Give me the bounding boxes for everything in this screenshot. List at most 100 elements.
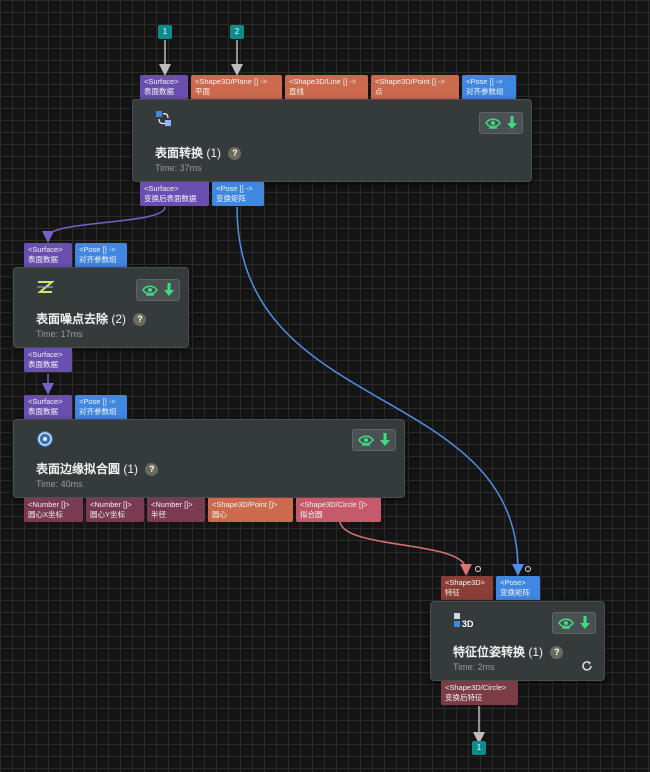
- eye-icon[interactable]: [558, 617, 574, 629]
- eye-icon[interactable]: [358, 434, 374, 446]
- node-title-text: 表面边缘拟合圆: [36, 462, 121, 476]
- wire-surface-to-noise: [42, 206, 166, 243]
- port-in-pose[interactable]: <Pose [] -> 对齐参数组: [75, 243, 127, 267]
- port-out-center-point[interactable]: <Shape3D/Point []> 圆心: [208, 498, 293, 522]
- port-type: <Surface>: [144, 77, 179, 86]
- port-label: 表面数据: [28, 407, 58, 416]
- port-label: 特征: [445, 588, 460, 597]
- node-title-text: 特征位姿转换: [453, 645, 526, 659]
- port-dot: [475, 566, 481, 572]
- node-time: Time: 40ms: [36, 479, 83, 489]
- node-surface-transform[interactable]: 表面转换 (1) ? Time: 37ms: [132, 99, 532, 182]
- port-type: <Shape3D/Circle>: [445, 683, 507, 692]
- node-title: 表面噪点去除 (2) ?: [36, 310, 147, 327]
- wire-circle-to-feature: [339, 521, 472, 576]
- port-label: 变换后特征: [445, 693, 483, 702]
- port-in-point[interactable]: <Shape3D/Point [] -> 点: [371, 75, 459, 99]
- port-out-center-y[interactable]: <Number []> 圆心Y坐标: [86, 498, 144, 522]
- port-out-fit-circle[interactable]: <Shape3D/Circle []> 拟合圆: [296, 498, 381, 522]
- port-out-radius[interactable]: <Number []> 半径: [147, 498, 205, 522]
- surface-transform-icon: [156, 111, 171, 126]
- node-title: 特征位姿转换 (1) ?: [453, 643, 564, 660]
- port-type: <Shape3D/Circle []>: [300, 500, 368, 509]
- port-type: <Pose>: [500, 578, 526, 587]
- port-out-surface[interactable]: <Surface> 变换后表面数据: [140, 182, 209, 206]
- eye-icon[interactable]: [142, 284, 158, 296]
- node-toggle[interactable]: [552, 612, 596, 634]
- refresh-icon[interactable]: [581, 660, 593, 672]
- node-edge-circle-fit[interactable]: 表面边缘拟合圆 (1) ? Time: 40ms: [13, 419, 405, 498]
- port-in-pose[interactable]: <Pose [] -> 对齐参数组: [75, 395, 127, 419]
- port-in-surface[interactable]: <Surface> 表面数据: [24, 243, 72, 267]
- port-label: 变换后表面数据: [144, 194, 197, 203]
- node-title-text: 表面转换: [155, 146, 204, 160]
- port-in-plane[interactable]: <Shape3D/Plane [] -> 平面: [191, 75, 282, 99]
- graph-input-badge-2[interactable]: 2: [230, 25, 244, 39]
- node-time: Time: 17ms: [36, 329, 83, 339]
- port-type: <Surface>: [28, 245, 63, 254]
- eye-icon[interactable]: [485, 117, 501, 129]
- node-title: 表面边缘拟合圆 (1) ?: [36, 460, 159, 477]
- port-type: <Number []>: [28, 500, 70, 509]
- port-label: 表面数据: [28, 255, 58, 264]
- help-icon[interactable]: ?: [228, 147, 242, 161]
- svg-text:3D: 3D: [462, 619, 474, 629]
- node-time: Time: 37ms: [155, 163, 202, 173]
- node-toggle[interactable]: [136, 279, 180, 301]
- port-label: 表面数据: [144, 87, 174, 96]
- port-type: <Shape3D>: [445, 578, 486, 587]
- node-feature-pose-transform[interactable]: 3D 特征位姿转换 (1) ? Time: 2ms: [430, 601, 605, 681]
- port-in-pose[interactable]: <Pose [] -> 对齐参数组: [462, 75, 516, 99]
- port-type: <Shape3D/Line [] ->: [289, 77, 357, 86]
- port-in-feature[interactable]: <Shape3D> 特征: [441, 576, 493, 600]
- node-noise-removal[interactable]: 表面噪点去除 (2) ? Time: 17ms: [13, 267, 189, 348]
- port-label: 直线: [289, 87, 304, 96]
- node-count: (2): [111, 312, 127, 326]
- port-type: <Number []>: [151, 500, 193, 509]
- port-label: 拟合圆: [300, 510, 323, 519]
- port-label: 圆心X坐标: [28, 510, 64, 519]
- graph-output-badge-1[interactable]: 1: [472, 741, 486, 755]
- port-in-line[interactable]: <Shape3D/Line [] -> 直线: [285, 75, 368, 99]
- port-label: 变换矩阵: [500, 588, 530, 597]
- port-label: 圆心Y坐标: [90, 510, 126, 519]
- port-out-pose[interactable]: <Pose [] -> 变换矩阵: [212, 182, 264, 206]
- port-label: 圆心: [212, 510, 227, 519]
- node-title: 表面转换 (1) ?: [155, 144, 242, 161]
- graph-input-badge-1[interactable]: 1: [158, 25, 172, 39]
- port-type: <Surface>: [28, 350, 63, 359]
- node-count: (1): [528, 645, 544, 659]
- port-in-surface[interactable]: <Surface> 表面数据: [140, 75, 188, 99]
- node-time: Time: 2ms: [453, 662, 495, 672]
- node-toggle[interactable]: [479, 112, 523, 134]
- help-icon[interactable]: ?: [133, 313, 147, 327]
- port-label: 半径: [151, 510, 166, 519]
- port-type: <Shape3D/Point [] ->: [375, 77, 446, 86]
- port-label: 点: [375, 87, 383, 96]
- port-out-center-x[interactable]: <Number []> 圆心X坐标: [24, 498, 83, 522]
- port-type: <Pose [] ->: [466, 77, 503, 86]
- node-title-text: 表面噪点去除: [36, 312, 109, 326]
- port-type: <Pose [] ->: [79, 397, 116, 406]
- help-icon[interactable]: ?: [145, 463, 159, 477]
- help-icon[interactable]: ?: [550, 646, 564, 660]
- download-icon[interactable]: [380, 433, 390, 447]
- noise-removal-icon: [37, 281, 54, 293]
- node-toggle[interactable]: [352, 429, 396, 451]
- port-out-transformed-feature[interactable]: <Shape3D/Circle> 变换后特征: [441, 681, 518, 705]
- port-in-surface[interactable]: <Surface> 表面数据: [24, 395, 72, 419]
- port-type: <Number []>: [90, 500, 132, 509]
- port-type: <Pose [] ->: [216, 184, 253, 193]
- download-icon[interactable]: [164, 283, 174, 297]
- port-type: <Shape3D/Point []>: [212, 500, 278, 509]
- port-in-pose[interactable]: <Pose> 变换矩阵: [496, 576, 540, 600]
- port-label: 平面: [195, 87, 210, 96]
- port-label: 对齐参数组: [466, 87, 504, 96]
- node-count: (1): [206, 146, 222, 160]
- port-out-surface[interactable]: <Surface> 表面数据: [24, 348, 72, 372]
- node-count: (1): [123, 462, 139, 476]
- download-icon[interactable]: [580, 616, 590, 630]
- port-type: <Surface>: [28, 397, 63, 406]
- feature-pose-icon: 3D: [454, 613, 474, 629]
- download-icon[interactable]: [507, 116, 517, 130]
